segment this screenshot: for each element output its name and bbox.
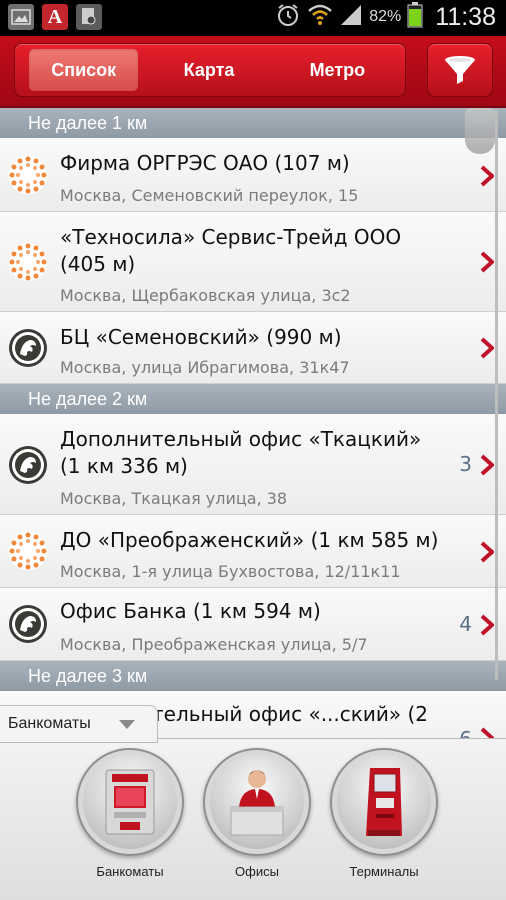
atm-label: Банкоматы — [96, 864, 164, 879]
list-item[interactable]: ДО «Преображенский» (1 км 585 м) Москва,… — [0, 515, 506, 588]
tab-map[interactable]: Карта — [150, 49, 267, 91]
status-bar: A 82% 11:38 — [0, 0, 506, 36]
payment-terminal-icon — [366, 768, 402, 836]
list-item[interactable]: Фирма ОРГРЭС ОАО (107 м) Москва, Семенов… — [0, 138, 506, 212]
alarm-icon — [275, 2, 301, 32]
chevron-down-icon — [119, 720, 135, 729]
section-header: Не далее 2 км — [0, 384, 506, 414]
chevron-right-icon — [480, 614, 495, 636]
signal-icon — [339, 3, 363, 31]
item-address: Москва, улица Ибрагимова, 31к47 — [60, 358, 350, 377]
clock: 11:38 — [435, 2, 496, 31]
settings-icon — [76, 4, 102, 30]
item-address: Москва, Семеновский переулок, 15 — [60, 186, 359, 205]
item-address: Москва, Ткацкая улица, 38 — [60, 489, 288, 508]
dark-emblem-logo-icon — [8, 604, 48, 644]
type-dropdown[interactable]: Банкоматы — [0, 705, 158, 743]
app-header: Список Карта Метро — [0, 36, 506, 108]
alfa-bank-icon: A — [42, 4, 68, 30]
item-address: Москва, Щербаковская улица, 3с2 — [60, 286, 351, 305]
list-item[interactable]: «Техносила» Сервис-Трейд ООО (405 м) Мос… — [0, 212, 506, 312]
item-address: Москва, 1-я улица Бухвостова, 12/11к11 — [60, 562, 401, 581]
terminals-button[interactable] — [330, 748, 438, 856]
filter-funnel-icon — [445, 56, 475, 84]
list-item[interactable]: Офис Банка (1 км 594 м) Москва, Преображ… — [0, 588, 506, 661]
chevron-right-icon — [480, 251, 495, 273]
section-header: Не далее 1 км — [0, 108, 506, 138]
filter-button[interactable] — [427, 43, 493, 97]
scrollbar-thumb[interactable] — [465, 108, 495, 154]
results-list[interactable]: Не далее 1 км Фирма ОРГРЭС ОАО (107 м) М… — [0, 108, 506, 743]
atm-tile[interactable]: Банкоматы — [76, 748, 184, 879]
dark-emblem-logo-icon — [8, 445, 48, 485]
tab-list[interactable]: Список — [29, 49, 139, 91]
battery-percent: 82% — [369, 8, 402, 25]
wifi-icon — [307, 3, 333, 31]
item-title: Дополнительный офис «Ткацкий» (1 км 336 … — [60, 427, 422, 478]
orange-dot-logo-icon — [8, 242, 48, 282]
office-clerk-icon — [230, 770, 284, 836]
list-item[interactable]: Дополнительный офис «Ткацкий» (1 км 336 … — [0, 414, 506, 515]
item-title: Фирма ОРГРЭС ОАО (107 м) — [60, 151, 350, 175]
section-header: Не далее 3 км — [0, 661, 506, 691]
dropdown-selected: Банкоматы — [8, 715, 91, 732]
item-count-badge: 3 — [459, 452, 472, 476]
item-title: Офис Банка (1 км 594 м) — [60, 599, 321, 623]
offices-button[interactable] — [203, 748, 311, 856]
chevron-right-icon — [480, 541, 495, 563]
orange-dot-logo-icon — [8, 155, 48, 195]
scrollbar-track — [495, 110, 498, 680]
chevron-right-icon — [480, 165, 495, 187]
view-switcher: Список Карта Метро — [14, 43, 406, 97]
chevron-right-icon — [480, 337, 495, 359]
offices-label: Офисы — [235, 864, 279, 879]
item-title: ДО «Преображенский» (1 км 585 м) — [60, 528, 439, 552]
tab-metro[interactable]: Метро — [278, 49, 397, 91]
list-item[interactable]: БЦ «Семеновский» (990 м) Москва, улица И… — [0, 312, 506, 384]
item-title: «Техносила» Сервис-Трейд ООО (405 м) — [60, 225, 402, 276]
item-title: БЦ «Семеновский» (990 м) — [60, 325, 342, 349]
orange-dot-logo-icon — [8, 531, 48, 571]
terminals-tile[interactable]: Терминалы — [330, 748, 438, 879]
item-count-badge: 4 — [459, 612, 472, 636]
battery-icon — [407, 2, 423, 32]
chevron-right-icon — [480, 454, 495, 476]
dark-emblem-logo-icon — [8, 328, 48, 368]
atm-icon — [105, 769, 155, 835]
offices-tile[interactable]: Офисы — [203, 748, 311, 879]
atm-button[interactable] — [76, 748, 184, 856]
item-address: Москва, Преображенская улица, 5/7 — [60, 635, 368, 654]
gallery-icon — [8, 4, 34, 30]
terminals-label: Терминалы — [349, 864, 419, 879]
